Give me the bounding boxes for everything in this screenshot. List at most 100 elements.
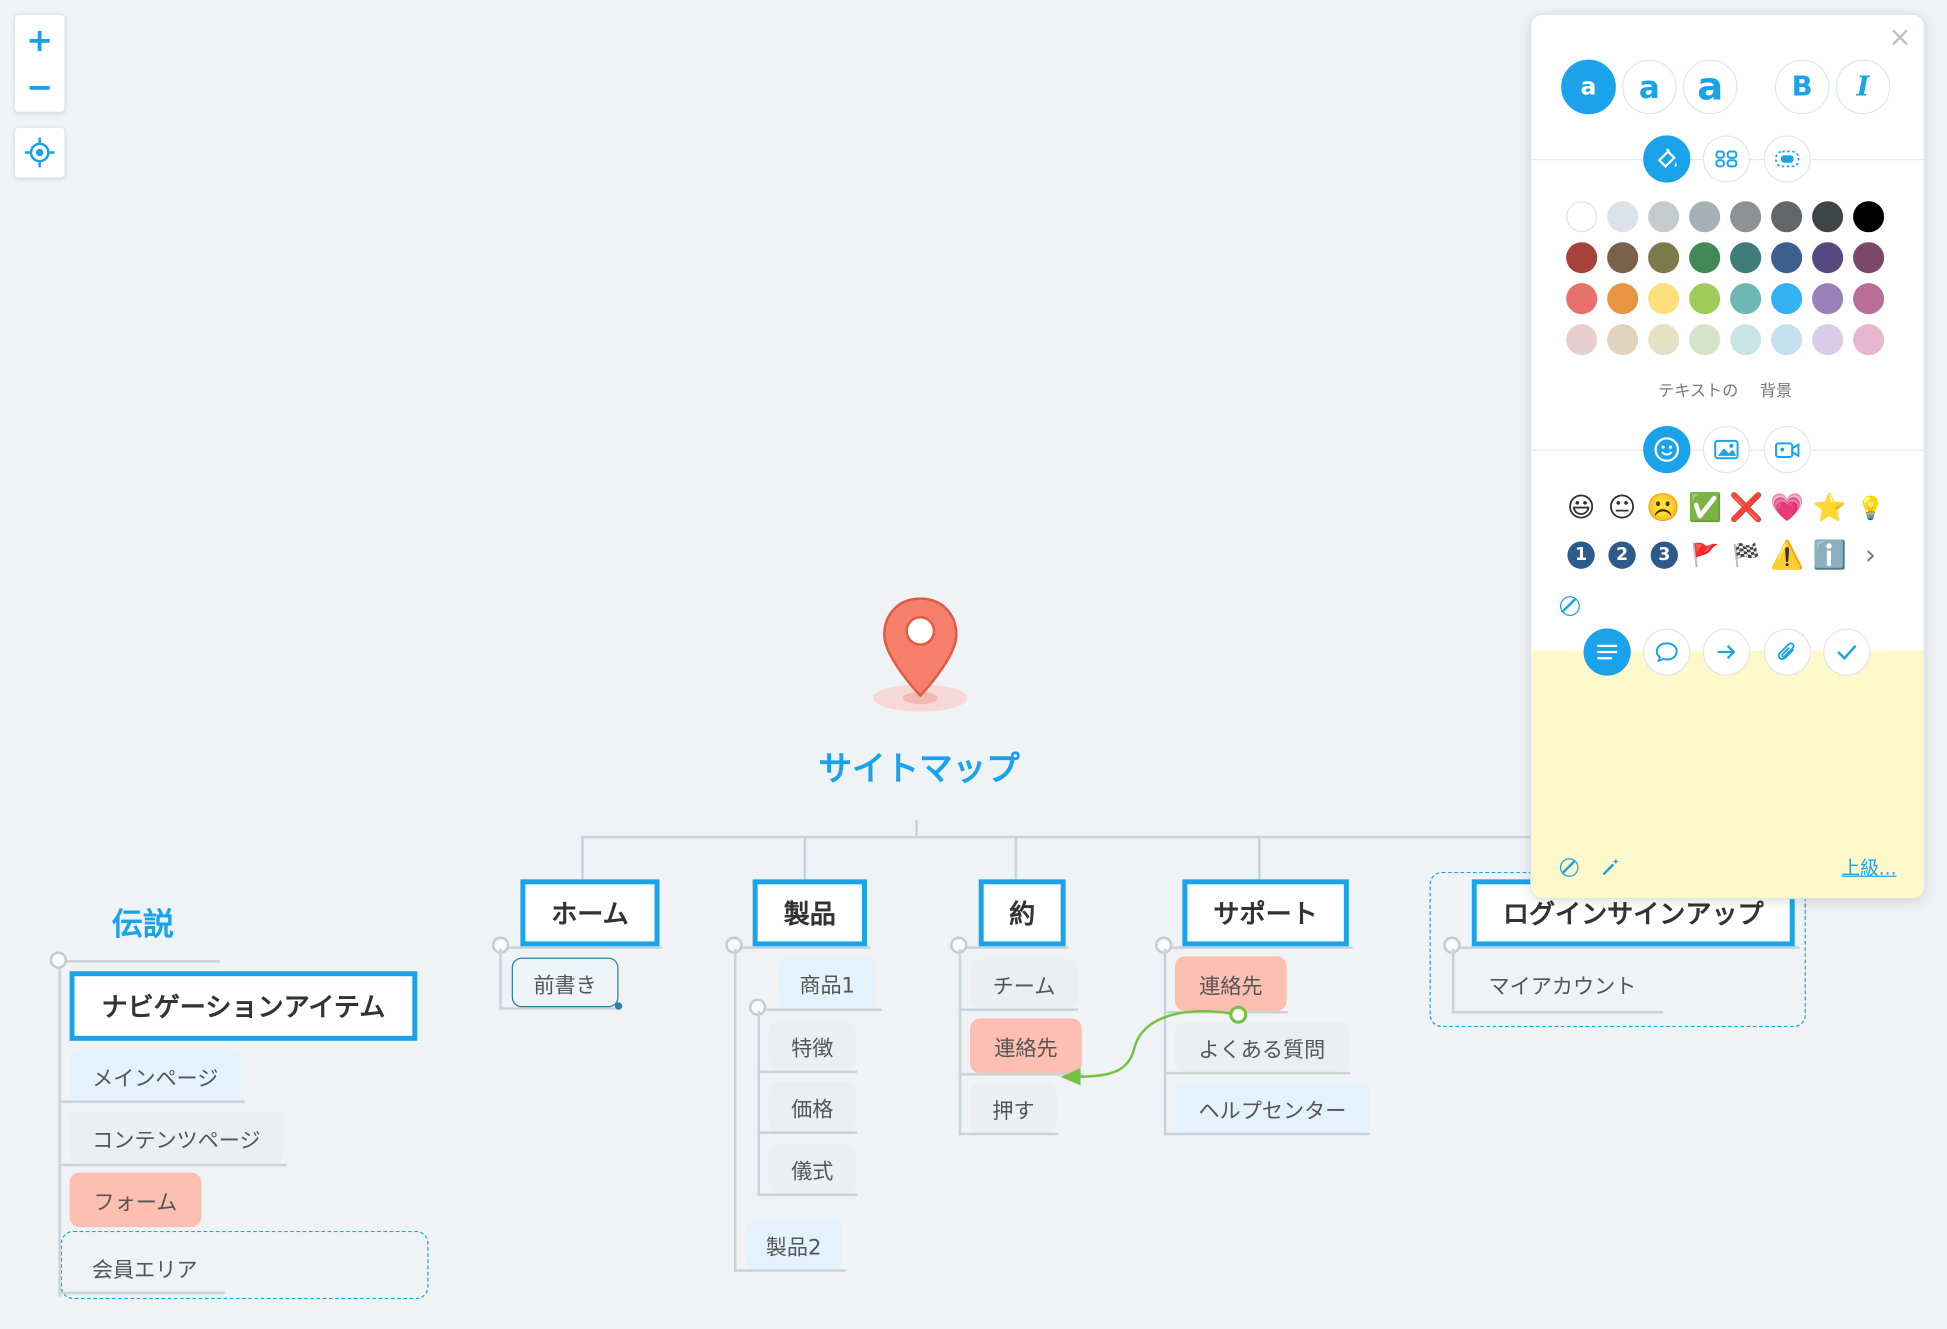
magic-wand-icon[interactable] <box>1600 856 1622 878</box>
color-swatch[interactable] <box>1730 283 1762 315</box>
check-mark-icon[interactable]: ✅ <box>1688 492 1722 524</box>
legend-main-page[interactable]: メインページ <box>69 1049 241 1102</box>
color-swatch[interactable] <box>1812 324 1844 356</box>
text-lines-icon <box>1597 644 1618 660</box>
mind-map-canvas[interactable]: サイトマップ ホーム 前書き 製品 商品1 特徴 価格 儀式 製品2 約 チーム… <box>0 0 1947 1329</box>
color-swatch[interactable] <box>1853 283 1885 315</box>
color-swatch[interactable] <box>1607 201 1639 233</box>
close-icon[interactable]: × <box>1889 22 1912 53</box>
color-swatch[interactable] <box>1566 201 1598 233</box>
color-target-text[interactable]: テキストの <box>1658 378 1738 402</box>
color-swatch[interactable] <box>1771 242 1803 274</box>
boundary-style-tab[interactable] <box>1763 135 1811 183</box>
color-swatch[interactable] <box>1607 283 1639 315</box>
topic-support[interactable]: サポート <box>1182 879 1349 947</box>
clear-format-button[interactable] <box>1559 858 1579 877</box>
number-two-icon[interactable]: 2 <box>1608 541 1636 569</box>
topic-products[interactable]: 製品 <box>752 879 867 947</box>
subtopic-price[interactable]: 価格 <box>768 1081 856 1132</box>
color-swatch[interactable] <box>1853 324 1885 356</box>
attachment-tab[interactable] <box>1763 628 1811 676</box>
red-flag-icon[interactable]: 🚩 <box>1689 539 1721 571</box>
map-pin-icon <box>873 597 968 712</box>
info-icon[interactable]: ℹ️ <box>1812 539 1846 571</box>
color-swatch[interactable] <box>1566 242 1598 274</box>
font-size-medium-button[interactable]: a <box>1622 59 1677 115</box>
color-swatch[interactable] <box>1771 201 1803 233</box>
color-swatch[interactable] <box>1730 201 1762 233</box>
color-swatch[interactable] <box>1771 283 1803 315</box>
color-swatch[interactable] <box>1607 242 1639 274</box>
green-flag-icon[interactable]: 🏁 <box>1730 539 1762 571</box>
subtopic-features[interactable]: 特徴 <box>768 1020 856 1071</box>
color-target-background[interactable]: 背景 <box>1760 378 1792 402</box>
color-swatch[interactable] <box>1566 324 1598 356</box>
bold-button[interactable]: B <box>1774 59 1830 115</box>
color-swatch[interactable] <box>1607 324 1639 356</box>
subtopic-product-1[interactable]: 商品1 <box>778 957 876 1008</box>
note-tab[interactable] <box>1583 628 1631 676</box>
star-icon[interactable]: ⭐ <box>1812 492 1846 524</box>
color-swatch[interactable] <box>1689 324 1721 356</box>
color-swatch[interactable] <box>1771 324 1803 356</box>
image-tab[interactable] <box>1702 426 1750 474</box>
color-swatch[interactable] <box>1648 242 1680 274</box>
color-swatch[interactable] <box>1648 283 1680 315</box>
comment-tab[interactable] <box>1643 628 1691 676</box>
collapse-handle[interactable] <box>49 951 68 969</box>
advanced-link[interactable]: 上級... <box>1841 854 1896 880</box>
legend-navigation-item[interactable]: ナビゲーションアイテム <box>69 971 418 1041</box>
resize-dot[interactable] <box>614 1002 623 1010</box>
emoji-tab[interactable] <box>1643 426 1691 474</box>
relationship-arrow[interactable] <box>1043 1000 1254 1093</box>
emoji-sad-icon[interactable]: ☹️ <box>1646 492 1680 524</box>
legend-member-area[interactable]: 会員エリア <box>60 1230 429 1300</box>
connector <box>1014 835 1018 881</box>
color-swatch[interactable] <box>1812 283 1844 315</box>
color-swatch[interactable] <box>1853 201 1885 233</box>
clear-icon-button[interactable] <box>1559 596 1580 617</box>
number-three-icon[interactable]: 3 <box>1650 541 1678 569</box>
font-size-small-button[interactable]: a <box>1561 59 1616 115</box>
subtopic-product-2[interactable]: 製品2 <box>745 1219 843 1270</box>
color-swatch[interactable] <box>1730 324 1762 356</box>
task-tab[interactable] <box>1823 628 1871 676</box>
color-swatch[interactable] <box>1730 242 1762 274</box>
emoji-neutral-icon[interactable]: 😐 <box>1606 492 1638 524</box>
video-tab[interactable] <box>1763 426 1811 474</box>
link-tab[interactable] <box>1702 628 1750 676</box>
color-swatch[interactable] <box>1689 242 1721 274</box>
smiley-icon <box>1654 437 1680 462</box>
subtopic-my-account[interactable]: マイアカウント <box>1466 959 1660 1009</box>
shapes-icon <box>1715 150 1738 168</box>
topic-about[interactable]: 約 <box>978 879 1066 947</box>
chevron-right-icon[interactable]: › <box>1854 539 1886 571</box>
warning-icon[interactable]: ⚠️ <box>1770 539 1804 571</box>
paint-bucket-tab[interactable] <box>1643 135 1691 183</box>
color-swatch[interactable] <box>1812 201 1844 233</box>
paint-bucket-icon <box>1657 148 1677 169</box>
subtopic-preface[interactable]: 前書き <box>511 957 619 1008</box>
arrow-right-icon <box>1717 645 1736 660</box>
number-one-icon[interactable]: 1 <box>1567 541 1595 569</box>
color-swatch[interactable] <box>1648 201 1680 233</box>
color-swatch[interactable] <box>1566 283 1598 315</box>
layout-style-tab[interactable] <box>1702 135 1750 183</box>
legend-form[interactable]: フォーム <box>69 1172 202 1228</box>
topic-home[interactable]: ホーム <box>520 879 660 947</box>
cross-mark-icon[interactable]: ❌ <box>1729 492 1763 524</box>
light-bulb-icon[interactable]: 💡 <box>1854 492 1886 524</box>
color-swatch[interactable] <box>1689 201 1721 233</box>
heart-icon[interactable]: 💗 <box>1770 492 1804 524</box>
color-swatch[interactable] <box>1853 242 1885 274</box>
subtopic-ceremony[interactable]: 儀式 <box>768 1143 856 1194</box>
italic-button[interactable]: I <box>1835 59 1891 115</box>
connector <box>757 1193 857 1197</box>
legend-content-page[interactable]: コンテンツページ <box>69 1111 284 1164</box>
central-topic[interactable]: サイトマップ <box>782 741 1055 789</box>
color-swatch[interactable] <box>1648 324 1680 356</box>
color-swatch[interactable] <box>1689 283 1721 315</box>
color-swatch[interactable] <box>1812 242 1844 274</box>
emoji-happy-icon[interactable]: 😃 <box>1565 492 1597 524</box>
font-size-large-button[interactable]: a <box>1682 59 1738 115</box>
